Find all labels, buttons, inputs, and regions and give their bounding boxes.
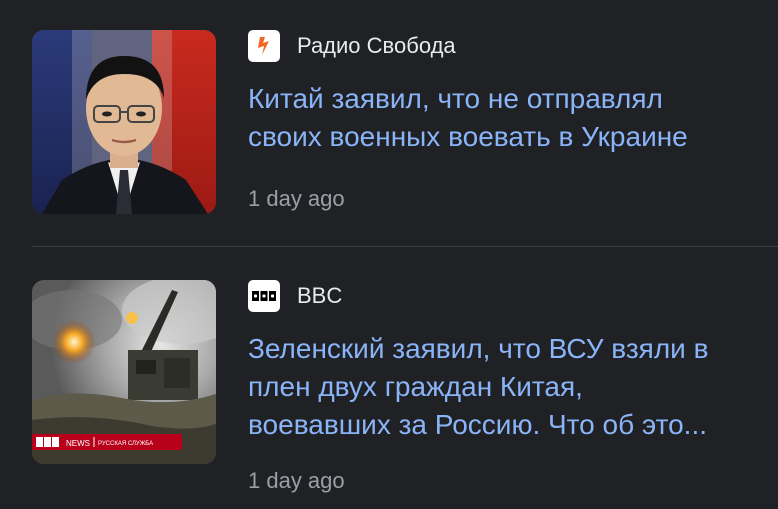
source-name: Радио Свобода xyxy=(297,33,456,58)
article-headline[interactable]: Зеленский заявил, что ВСУ взяли в плен д… xyxy=(248,330,778,444)
news-feed: Радио Свобода Китай заявил, что не отпра… xyxy=(0,0,778,509)
svg-text:РУССКАЯ СЛУЖБА: РУССКАЯ СЛУЖБА xyxy=(98,441,153,447)
news-card[interactable]: Радио Свобода Китай заявил, что не отпра… xyxy=(0,0,778,246)
spokesperson-photo xyxy=(32,30,216,214)
source-row: Радио Свобода xyxy=(248,30,778,62)
bbc-logo-icon xyxy=(248,280,280,312)
artillery-photo: NEWS РУССКАЯ СЛУЖБА xyxy=(32,280,216,464)
source-row: BBC xyxy=(248,280,778,312)
radio-svoboda-logo-icon xyxy=(248,30,280,62)
flame-icon xyxy=(258,37,269,55)
news-card[interactable]: NEWS РУССКАЯ СЛУЖБА BBC Зеленский заявил… xyxy=(0,247,778,509)
svg-text:NEWS: NEWS xyxy=(66,439,90,448)
article-thumbnail[interactable] xyxy=(32,30,216,214)
article-thumbnail[interactable]: NEWS РУССКАЯ СЛУЖБА xyxy=(32,280,216,464)
article-headline[interactable]: Китай заявил, что не отправлял своих вое… xyxy=(248,80,778,156)
headline-line: плен двух граждан Китая, xyxy=(248,371,583,402)
headline-line: Зеленский заявил, что ВСУ взяли в xyxy=(248,333,709,364)
headline-line: Китай заявил, что не отправлял xyxy=(248,83,663,114)
source-name: BBC xyxy=(297,283,343,308)
headline-line: своих военных воевать в Украине xyxy=(248,121,688,152)
article-content: BBC Зеленский заявил, что ВСУ взяли в пл… xyxy=(248,280,778,444)
article-content: Радио Свобода Китай заявил, что не отпра… xyxy=(248,30,778,156)
headline-line: воевавших за Россию. Что об это... xyxy=(248,409,708,440)
article-time: 1 day ago xyxy=(248,468,345,493)
bbc-blocks-icon xyxy=(252,291,276,301)
article-time: 1 day ago xyxy=(248,186,345,211)
